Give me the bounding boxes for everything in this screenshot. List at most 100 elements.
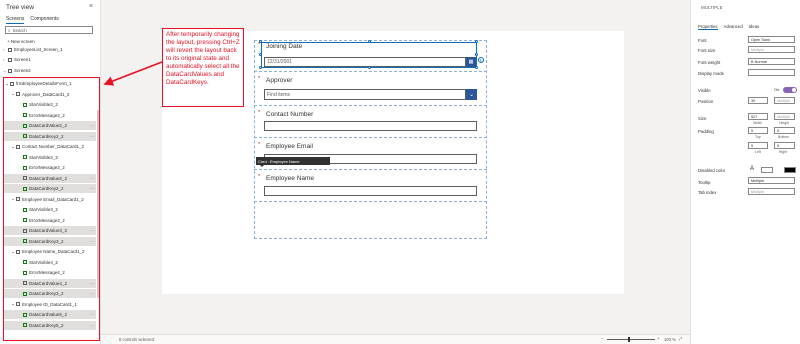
resize-handle[interactable] [259,66,262,69]
tree-scrollbar[interactable] [97,110,99,298]
card-icon [16,92,20,96]
approver-label: Approver [266,77,293,84]
property-value[interactable]: Open Sans [748,36,795,43]
tree-screen-item[interactable]: ⌄ Screen2 [3,66,96,75]
tree-screen-item[interactable]: › Screen1 [3,55,96,64]
tree-item-label: ErrorMessage2_2 [29,165,65,170]
search-placeholder: Search [12,27,27,33]
employee-name-input[interactable] [264,186,477,196]
tree-item-label: DataCardKey3_2 [29,291,64,296]
card-divider [254,137,487,138]
more-options-icon[interactable]: ··· [90,281,95,286]
more-options-icon[interactable]: ··· [90,176,95,181]
position-x-input[interactable]: 30 [748,97,768,104]
more-options-icon[interactable]: ··· [90,123,95,128]
right-caption: Right [779,150,788,154]
tree-item[interactable]: DataCardKey3_2 ··· [3,289,96,298]
tree-item[interactable]: DataCardValue3_2 ··· [3,226,96,235]
screen-icon [8,68,12,73]
tree-item[interactable]: DataCardValue2_2 ··· [3,173,96,183]
tab-screens[interactable]: Screens [6,16,25,24]
approver-combobox[interactable]: Find items [264,89,466,100]
more-options-icon[interactable]: ··· [90,134,95,139]
tooltip-input[interactable]: Multiple [748,177,795,184]
padding-right-input[interactable]: 5 [774,142,795,149]
tree-item[interactable]: ErrorMessage3_2 [3,216,96,225]
more-options-icon[interactable]: ··· [90,323,95,328]
tree-item[interactable]: StarVisible2_2 [3,100,96,109]
width-input[interactable]: 527 [748,113,768,120]
property-value[interactable]: Multiple [748,46,795,53]
tree-item[interactable]: DataCardKey5_2 ··· [3,320,96,330]
width-caption: Width [753,121,762,125]
contact-number-input[interactable] [264,121,477,131]
refresh-icon[interactable]: ↻ [478,57,484,63]
tree-item[interactable]: StarVisible4_2 [3,258,96,267]
more-options-icon[interactable]: ··· [90,312,95,317]
tree-item[interactable]: ErrorMessage4_2 [3,268,96,277]
calendar-icon[interactable]: ▦ [466,57,476,67]
chevron-down-icon[interactable]: ⌄ [466,89,477,100]
tree-item[interactable]: ⌄ frmEmployeeDetailsForm_1 [3,79,96,88]
tab-advanced[interactable]: Advanced [724,24,743,30]
tree-item[interactable]: ⌄ Employee Name_DataCard1_2 [3,247,96,256]
tree-item-label: ErrorMessage4_2 [29,270,65,275]
tree-item[interactable]: DataCardKey3_2 ··· [3,236,96,246]
property-value[interactable]: B Normal [748,58,795,65]
tree-item[interactable]: StarVisible2_2 [3,153,96,162]
new-screen-button[interactable]: + New screen [7,39,35,44]
screen-icon [8,57,12,62]
tree-screen-item[interactable]: › EmployeeList_Screen_1 [3,45,96,54]
card-icon [16,144,20,149]
border-color-swatch[interactable] [784,167,796,173]
tab-properties[interactable]: Properties [698,24,718,30]
more-options-icon[interactable]: ··· [90,239,95,244]
tab-index-input[interactable]: Multiple [748,188,795,195]
position-y-input[interactable]: Multiple [774,97,795,104]
padding-bottom-input[interactable]: 5 [774,127,795,134]
text-input-icon [23,228,27,233]
edit-form[interactable] [254,40,487,239]
zoom-slider-thumb[interactable] [628,337,630,342]
more-options-icon[interactable]: ··· [90,228,95,233]
visible-toggle[interactable] [783,87,797,93]
height-input[interactable]: Multiple [774,113,795,120]
resize-handle[interactable] [259,53,262,56]
tree-item[interactable]: DataCardKey2_2 ··· [3,131,96,141]
tree-item[interactable]: ⌄ Employee Email_DataCard1_2 [3,195,96,204]
status-bar: 8 controls selected − + 100 % ⤢ [101,334,690,344]
more-options-icon[interactable]: ··· [90,291,95,296]
more-options-icon[interactable]: ··· [90,186,95,191]
tab-components[interactable]: Components [30,16,58,24]
padding-top-input[interactable]: 5 [748,127,768,134]
search-input[interactable]: ⌕ Search [5,26,93,34]
tab-ideas[interactable]: Ideas [749,24,760,30]
tree-item[interactable]: DataCardKey2_2 ··· [3,184,96,193]
fit-to-window-icon[interactable]: ⤢ [679,336,682,341]
close-icon[interactable]: × [89,3,93,10]
tree-item[interactable]: ⌄ Contact Number_DataCard1_2 [3,142,96,151]
font-color-icon[interactable]: A [750,166,754,172]
resize-handle[interactable] [475,53,478,56]
zoom-in-button[interactable]: + [657,336,659,341]
zoom-slider[interactable] [607,339,655,340]
tree-item[interactable]: ErrorMessage2_2 [3,163,96,172]
text-input-icon [23,281,27,285]
padding-left-input[interactable]: 5 [748,142,768,149]
resize-handle[interactable] [475,40,478,43]
zoom-out-button[interactable]: − [601,336,603,341]
tree-item[interactable]: ⌄ Approver_DataCard1_2 [3,90,96,99]
label-icon [23,207,27,212]
joining-date-picker[interactable]: 12/31/2001 [264,57,466,67]
tree-item[interactable]: DataCardValue4_2 ··· [3,278,96,288]
tree-screen-label: Screen1 [14,57,31,62]
resize-handle[interactable] [368,40,371,43]
tree-item[interactable]: ErrorMessage2_2 [3,111,96,120]
fill-color-swatch[interactable] [761,167,773,173]
tree-item[interactable]: StarVisible3_2 [3,205,96,214]
tree-item[interactable]: DataCardValue2_2 ··· [3,121,96,130]
tree-item[interactable]: ⌄ Employee ID_DataCard1_1 [3,300,96,309]
property-value[interactable] [748,69,795,76]
contact-number-label: Contact Number [266,111,314,118]
tree-item[interactable]: DataCardValue5_2 ··· [3,310,96,319]
